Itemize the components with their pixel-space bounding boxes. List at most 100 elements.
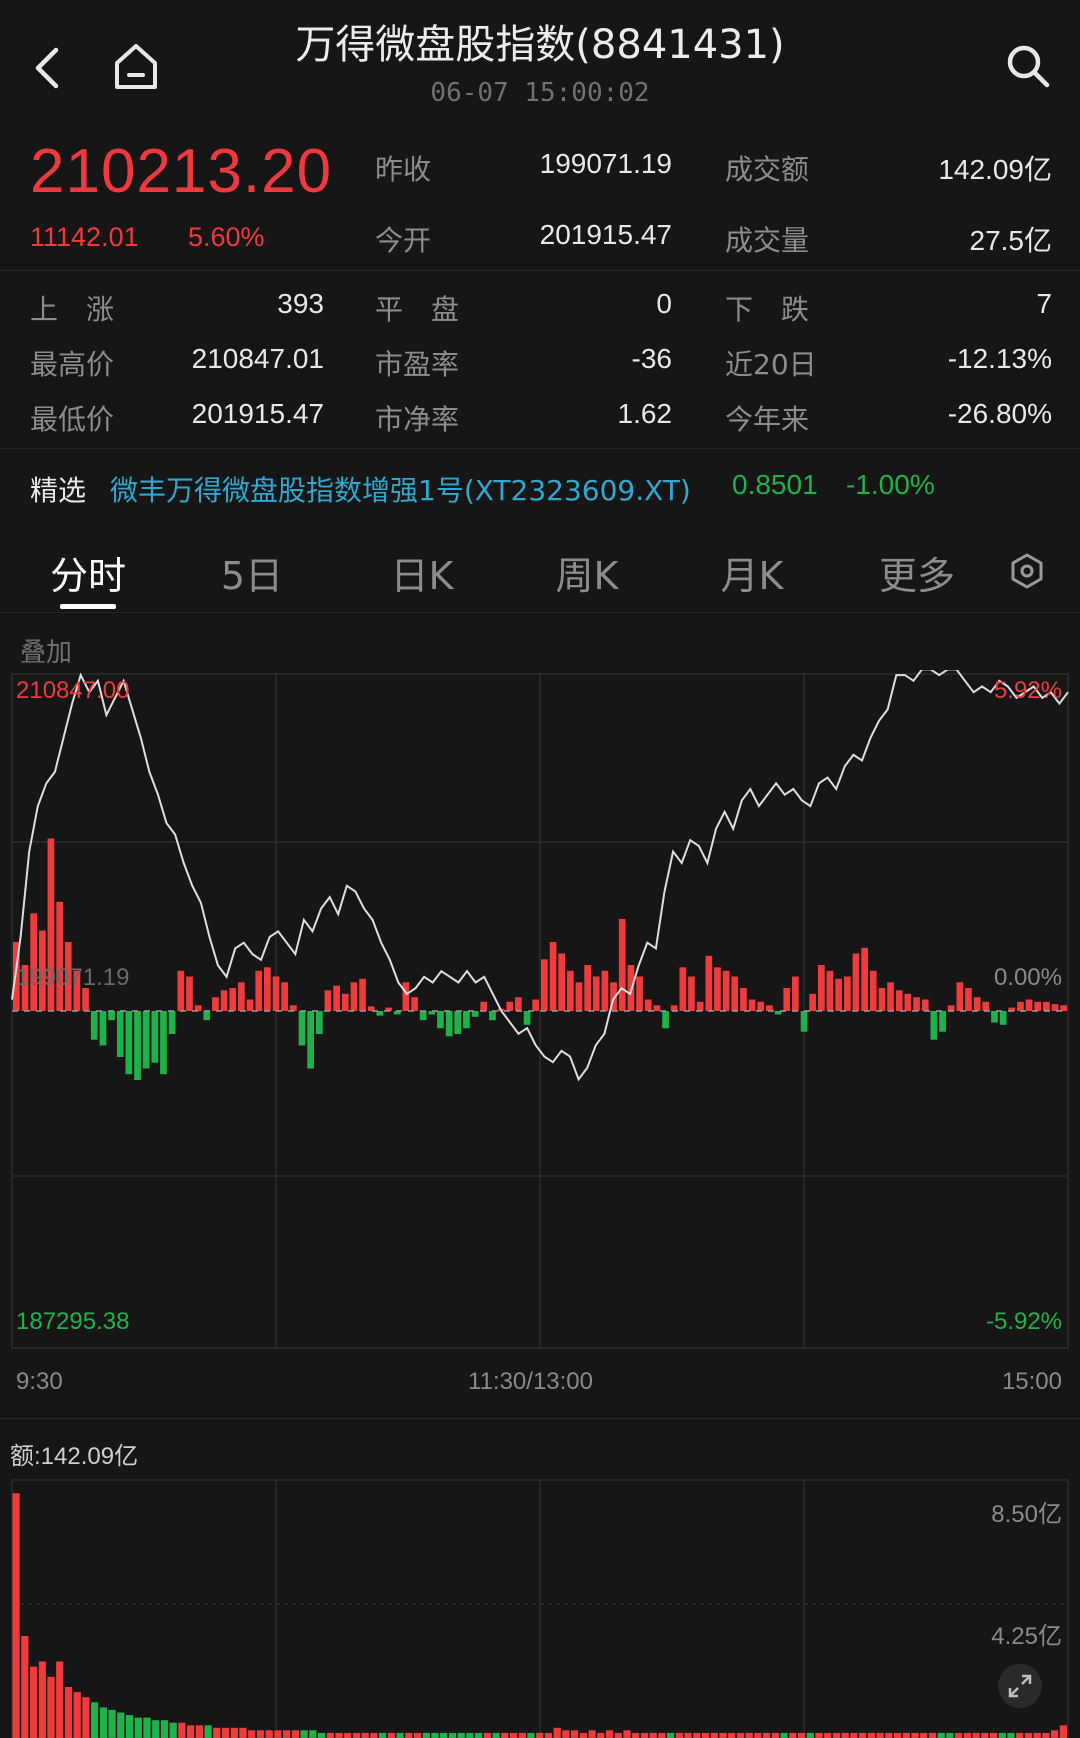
flow-bar xyxy=(116,1011,124,1057)
volume-bar xyxy=(431,1732,439,1738)
flow-bar xyxy=(592,976,600,1011)
volume-bar xyxy=(274,1730,282,1738)
volume-bar xyxy=(632,1732,640,1738)
volume-bar xyxy=(771,1732,779,1738)
low-label: 最低价 xyxy=(30,403,115,436)
flow-bar xyxy=(818,965,825,1011)
volume-bar xyxy=(745,1732,753,1738)
price-change: 11142.01 xyxy=(30,222,139,252)
volume-bar xyxy=(702,1732,710,1738)
flow-bar xyxy=(731,976,739,1011)
flow-bar xyxy=(670,1005,678,1012)
volume-bar xyxy=(955,1732,963,1738)
volume-axis-top: 8.50亿 xyxy=(991,1501,1062,1528)
volume-bar xyxy=(326,1732,334,1738)
flow-bar xyxy=(350,982,358,1011)
flow-bar xyxy=(636,976,643,1011)
flow-bar xyxy=(679,967,687,1011)
volume-bar xyxy=(213,1727,221,1738)
flow-bar xyxy=(939,1011,946,1032)
volume-bar xyxy=(335,1732,343,1738)
turnover-label: 成交额 xyxy=(725,153,810,186)
time-axis-mid: 11:30/13:00 xyxy=(468,1368,594,1395)
volume-bar xyxy=(1042,1732,1050,1738)
overlay-button[interactable]: 叠加 xyxy=(20,632,72,669)
volume-bar xyxy=(597,1732,605,1738)
flow-bar xyxy=(567,970,574,1012)
flow-bar xyxy=(965,988,972,1011)
volume-bar xyxy=(736,1732,745,1738)
tab-monthly-k[interactable]: 月K xyxy=(682,545,822,600)
flow-bar xyxy=(999,1011,1007,1025)
flow-bar xyxy=(298,1011,306,1046)
flow-bar xyxy=(558,953,565,1011)
flow-bar xyxy=(359,978,366,1011)
tab-more[interactable]: 更多 xyxy=(847,545,987,600)
flow-bar xyxy=(480,1001,488,1011)
tab-daily-k[interactable]: 日K xyxy=(352,545,492,600)
tab-5day[interactable]: 5日 xyxy=(182,545,322,600)
pe-label: 市盈率 xyxy=(375,348,460,381)
pb-value: 1.62 xyxy=(617,398,673,429)
flow-bar xyxy=(419,1011,427,1021)
volume-bar xyxy=(990,1732,998,1738)
volume-bar xyxy=(21,1636,29,1738)
flow-bar xyxy=(861,947,868,1011)
flow-bar xyxy=(246,999,254,1011)
volume-bar xyxy=(457,1732,465,1738)
tab-weekly-k[interactable]: 周K xyxy=(517,545,657,600)
flow-bar xyxy=(800,1011,808,1032)
flow-bar xyxy=(696,1001,704,1011)
search-button[interactable] xyxy=(1000,38,1056,94)
volume-bar xyxy=(108,1709,116,1738)
fullscreen-button[interactable] xyxy=(998,1664,1042,1708)
volume-bar xyxy=(719,1732,727,1738)
volume-bar xyxy=(492,1732,500,1738)
volume-bar xyxy=(82,1697,90,1738)
volume-bar xyxy=(309,1730,317,1738)
volume-bar xyxy=(56,1661,64,1738)
flow-bar xyxy=(168,1011,176,1034)
low-value: 201915.47 xyxy=(191,398,324,429)
volume-bar xyxy=(841,1732,849,1738)
flow-bar xyxy=(644,999,652,1011)
volume-bar xyxy=(143,1717,151,1738)
flow-bar xyxy=(653,1005,661,1012)
volume-bar xyxy=(422,1732,430,1738)
featured-fund-link[interactable]: 微丰万得微盘股指数增强1号(XT2323609.XT) xyxy=(110,469,691,509)
active-tab-indicator xyxy=(60,604,116,609)
volume-bar xyxy=(30,1666,38,1738)
volume-value: 27.5亿 xyxy=(969,225,1053,256)
flow-bar xyxy=(982,1001,990,1011)
volume-axis-mid: 4.25亿 xyxy=(991,1623,1062,1650)
flow-bar xyxy=(887,982,894,1011)
volume-bar xyxy=(876,1732,884,1738)
flow-bar xyxy=(90,1011,98,1040)
volume-bar xyxy=(204,1725,212,1738)
flow-bar xyxy=(748,999,756,1011)
flow-bar xyxy=(878,988,886,1011)
volume-bar xyxy=(571,1730,579,1738)
volume-bar xyxy=(283,1730,291,1738)
flow-bar xyxy=(757,1001,765,1011)
flow-bar xyxy=(307,1011,314,1069)
volume-bar xyxy=(361,1732,369,1738)
volume-bar xyxy=(64,1687,73,1738)
d20-label: 近20日 xyxy=(725,348,817,381)
flow-bar xyxy=(316,1011,323,1034)
expand-icon xyxy=(1008,1674,1032,1698)
chart-settings-button[interactable] xyxy=(1004,548,1050,594)
pe-value: -36 xyxy=(631,343,672,374)
tab-intraday[interactable]: 分时 xyxy=(18,545,158,600)
flow-bar xyxy=(662,1011,669,1029)
flow-bar xyxy=(212,997,219,1011)
volume-bar xyxy=(370,1732,378,1738)
prev-close-label: 昨收 xyxy=(375,153,432,186)
flow-bar xyxy=(532,999,539,1011)
flow-bar xyxy=(290,1005,297,1012)
flow-bar xyxy=(281,982,288,1011)
flow-bar xyxy=(549,942,557,1011)
volume-bar xyxy=(475,1732,483,1738)
volume-bar xyxy=(658,1732,666,1738)
volume-bar xyxy=(126,1715,134,1738)
